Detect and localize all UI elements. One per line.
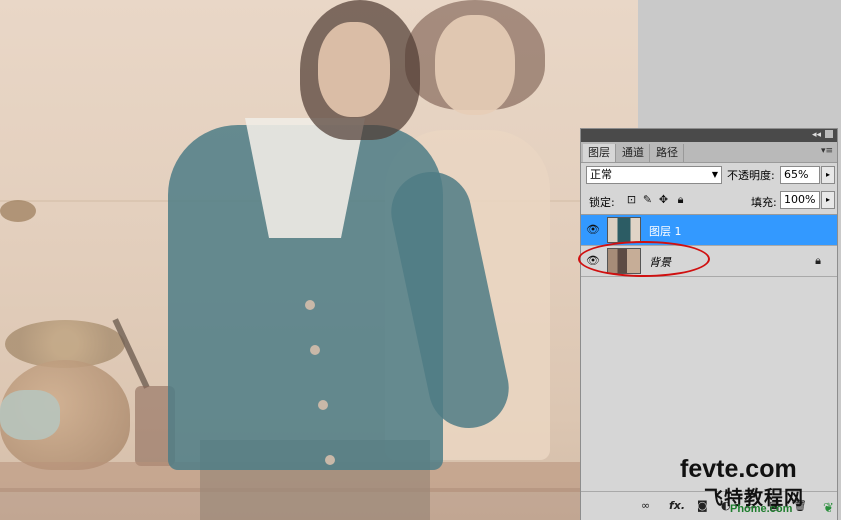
cardigan-button [325, 455, 335, 465]
lock-transparent-icon[interactable]: ⊡ [625, 193, 638, 206]
blend-mode-value: 正常 [590, 168, 612, 181]
panel-tabbar: 图层 通道 路径 ▾≡ [581, 142, 837, 163]
close-icon[interactable] [825, 130, 833, 138]
cardigan-button [318, 400, 328, 410]
blend-mode-select[interactable]: 正常 ▼ [586, 166, 722, 184]
cardigan-button [310, 345, 320, 355]
layer-name: 图层 1 [649, 225, 682, 238]
opacity-slider-toggle[interactable]: ▸ [821, 166, 835, 184]
lock-move-icon[interactable]: ✥ [657, 193, 670, 206]
lock-icon: 🔒︎ [815, 254, 821, 267]
eye-icon[interactable]: 👁︎ [583, 254, 603, 268]
layer-row[interactable]: 👁︎ 背景 🔒︎ [578, 241, 837, 277]
layer-name: 背景 [649, 256, 671, 269]
layers-list: 👁︎ 图层 1 👁︎ 背景 🔒︎ [578, 214, 837, 487]
lock-brush-icon[interactable]: ✎ [641, 193, 654, 206]
chevron-down-icon: ▼ [711, 170, 718, 179]
tab-layers[interactable]: 图层 [583, 144, 616, 162]
panel-titlebar[interactable]: ◂◂ [581, 129, 837, 142]
layer-thumbnail [607, 217, 641, 243]
watermark: fevte.com 飞特教程网 Phome.com ❦ [680, 455, 840, 517]
layer-row[interactable]: 👁︎ 图层 1 [581, 215, 837, 246]
shell-decoration [0, 200, 36, 222]
link-icon[interactable]: ∞ [641, 499, 650, 512]
document-canvas[interactable] [0, 0, 638, 520]
opacity-label: 不透明度: [727, 169, 775, 182]
fill-label: 填充: [751, 196, 777, 209]
leaf-icon: ❦ [823, 501, 834, 516]
panel-menu-icon[interactable]: ▾≡ [821, 146, 833, 156]
fill-field[interactable]: 100% [780, 191, 820, 209]
porcelain-bird [0, 390, 60, 440]
watermark-domain: fevte.com [680, 455, 797, 483]
lock-all-icon[interactable]: 🔒︎ [674, 193, 687, 206]
fill-slider-toggle[interactable]: ▸ [821, 191, 835, 209]
collapse-icon[interactable]: ◂◂ [812, 130, 821, 141]
model-face [318, 22, 390, 117]
layer-thumbnail [607, 248, 641, 274]
opacity-field[interactable]: 65% [780, 166, 820, 184]
lock-label: 锁定: [589, 196, 615, 209]
eye-icon[interactable]: 👁︎ [583, 223, 603, 237]
cardigan-button [305, 300, 315, 310]
model-ghost-face [435, 15, 515, 115]
watermark-phome: Phome.com [730, 503, 793, 515]
tab-channels[interactable]: 通道 [617, 144, 650, 162]
tab-paths[interactable]: 路径 [651, 144, 684, 162]
